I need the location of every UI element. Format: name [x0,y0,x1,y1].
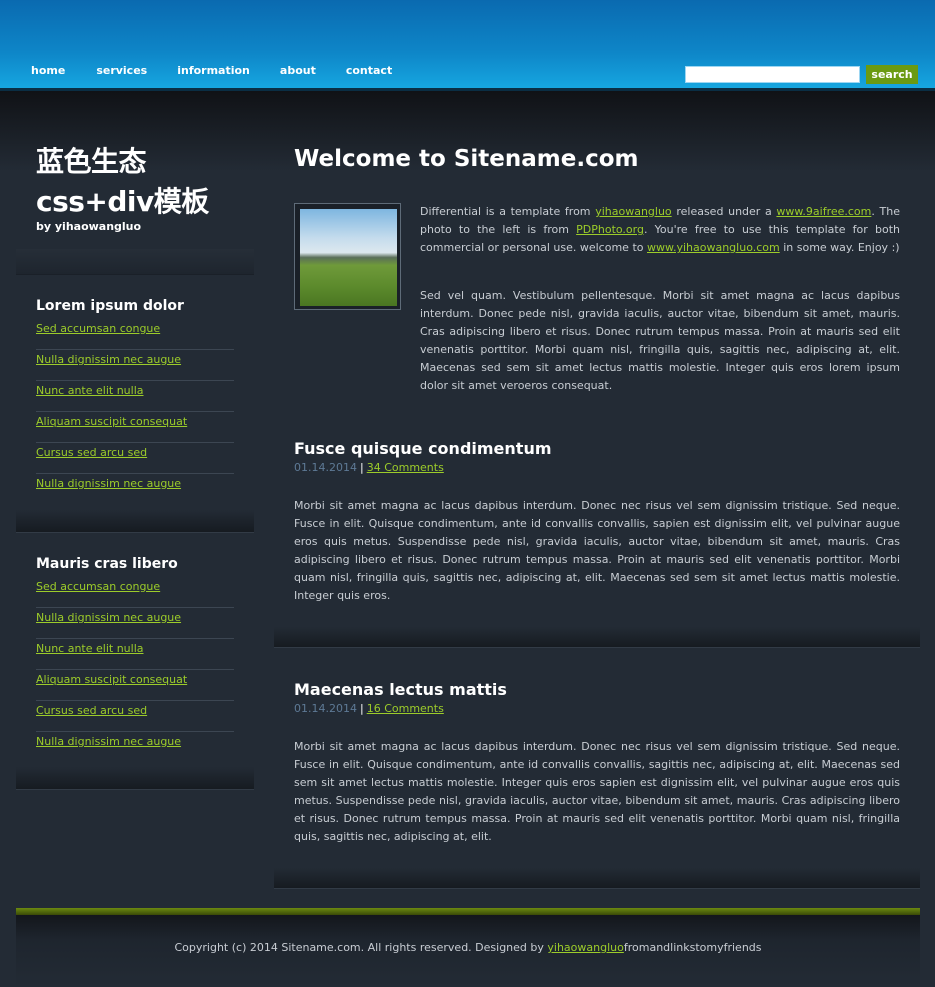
main-nav: home services information about contact [16,64,392,77]
post-body: Morbi sit amet magna ac lacus dapibus in… [294,740,900,843]
sidebar-link[interactable]: Cursus sed arcu sed [36,701,234,718]
sidebar-link[interactable]: Sed accumsan congue [36,319,234,336]
sidebar-heading: Mauris cras libero [36,556,178,572]
list-item: Nulla dignissim nec augue [36,732,234,762]
copyright: Copyright (c) 2014 Sitename.com. All rig… [16,941,920,954]
nav-home[interactable]: home [31,64,65,77]
sidebar-link[interactable]: Aliquam suscipit consequat [36,670,234,687]
sidebar-box-1: Lorem ipsum dolor Sed accumsan congue Nu… [16,249,254,533]
photo-frame [294,203,401,310]
post-footer-strip [274,627,920,648]
list-item: Aliquam suscipit consequat [36,412,234,443]
sidebar-link-list: Sed accumsan congue Nulla dignissim nec … [36,577,234,762]
sidebar-link[interactable]: Nulla dignissim nec augue [36,608,234,625]
sidebar-link[interactable]: Cursus sed arcu sed [36,443,234,460]
sidebar-link[interactable]: Nulla dignissim nec augue [36,474,234,491]
footer-accent-bar [16,908,920,915]
sidebar-box-2: Mauris cras libero Sed accumsan congue N… [16,533,254,790]
list-item: Sed accumsan congue [36,577,234,608]
nav-services[interactable]: services [96,64,147,77]
nav-about[interactable]: about [280,64,316,77]
blog-post: Maecenas lectus mattis 01.14.2014 | 16 Com… [274,680,920,889]
sidebar-link[interactable]: Nulla dignissim nec augue [36,350,234,367]
post-meta: 01.14.2014 | 34 Comments [294,461,444,474]
search-button[interactable]: search [866,65,918,84]
intro-paragraph-2: Sed vel quam. Vestibulum pellentesque. M… [420,289,900,392]
comments-link[interactable]: 34 Comments [367,461,444,474]
sidebar-link[interactable]: Aliquam suscipit consequat [36,412,234,429]
nav-contact[interactable]: contact [346,64,392,77]
post-footer-strip [274,868,920,889]
sidebar-link[interactable]: Nunc ante elit nulla [36,381,234,398]
meta-separator: | [359,702,364,715]
meta-separator: | [359,461,364,474]
designer-link[interactable]: yihaowangluo [547,941,623,954]
post-title: Fusce quisque condimentum [294,439,552,458]
intro-text: released under a [671,205,777,218]
list-item: Nulla dignissim nec augue [36,350,234,381]
sidebar-link[interactable]: Nunc ante elit nulla [36,639,234,656]
copyright-suffix: fromandlinkstomyfriends [623,941,762,954]
list-item: Nulla dignissim nec augue [36,608,234,639]
list-item: Aliquam suscipit consequat [36,670,234,701]
site-title: 蓝色生态 css+div模板 [36,142,209,222]
pdphoto-link[interactable]: PDPhoto.org [576,223,644,236]
search-input[interactable] [685,66,860,83]
comments-link[interactable]: 16 Comments [367,702,444,715]
post-title: Maecenas lectus mattis [294,680,507,699]
landscape-photo [300,209,397,306]
list-item: Cursus sed arcu sed [36,443,234,474]
list-item: Sed accumsan congue [36,319,234,350]
sidebar-link[interactable]: Sed accumsan congue [36,577,234,594]
post-date: 01.14.2014 [294,702,357,715]
sidebar-box-bottom [16,510,254,533]
intro-paragraph: Differential is a template from yihaowan… [420,203,900,257]
intro-text: in some way. Enjoy :) [779,241,900,254]
site-subtitle: by yihaowangluo [36,220,142,233]
site-title-line1: 蓝色生态 [36,145,147,178]
sidebar-link-list: Sed accumsan congue Nulla dignissim nec … [36,319,234,504]
post-body: Morbi sit amet magna ac lacus dapibus in… [294,499,900,602]
post-meta: 01.14.2014 | 16 Comments [294,702,444,715]
header: home services information about contact … [0,0,935,91]
list-item: Nulla dignissim nec augue [36,474,234,504]
yihaowangluo-link[interactable]: yihaowangluo [595,205,671,218]
sidebar-box-top [16,249,254,275]
copyright-text: Copyright (c) 2014 Sitename.com. All rig… [174,941,548,954]
list-item: Nunc ante elit nulla [36,639,234,670]
nav-information[interactable]: information [177,64,250,77]
sidebar-link[interactable]: Nulla dignissim nec augue [36,732,234,749]
site-title-line2: css+div模板 [36,185,209,218]
sidebar-box-bottom [16,767,254,790]
intro-text: Differential is a template from [420,205,596,218]
9aifree-link[interactable]: www.9aifree.com [776,205,871,218]
list-item: Nunc ante elit nulla [36,381,234,412]
sidebar-heading: Lorem ipsum dolor [36,298,184,314]
post-date: 01.14.2014 [294,461,357,474]
footer: Copyright (c) 2014 Sitename.com. All rig… [16,908,920,987]
list-item: Cursus sed arcu sed [36,701,234,732]
yihaowangluo-site-link[interactable]: www.yihaowangluo.com [647,241,780,254]
blog-post: Fusce quisque condimentum 01.14.2014 | 34 … [274,439,920,648]
page-title: Welcome to Sitename.com [294,146,639,172]
